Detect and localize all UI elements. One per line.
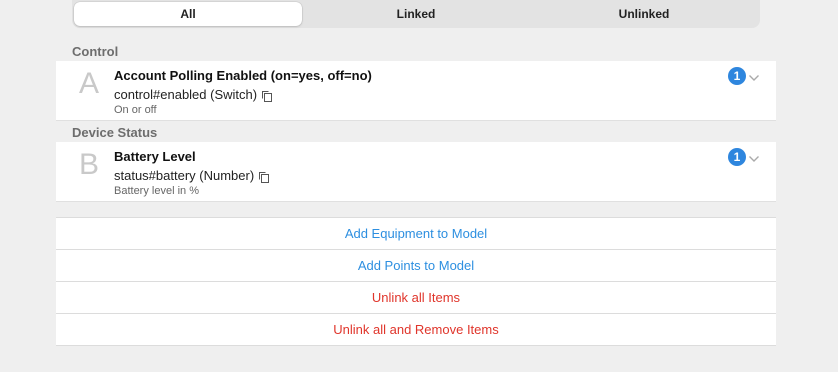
tab-unlinked[interactable]: Unlinked bbox=[530, 2, 758, 26]
link-filter-segmented: All Linked Unlinked bbox=[72, 0, 760, 28]
unlink-remove-button[interactable]: Unlink all and Remove Items bbox=[56, 314, 776, 346]
item-title: Account Polling Enabled (on=yes, off=no) bbox=[114, 68, 372, 83]
link-count-badge: 1 bbox=[728, 148, 746, 166]
item-letter-avatar: A bbox=[78, 67, 99, 100]
add-equipment-button[interactable]: Add Equipment to Model bbox=[56, 218, 776, 250]
tab-linked[interactable]: Linked bbox=[302, 2, 530, 26]
item-channel-uid: status#battery (Number) bbox=[114, 168, 270, 183]
item-description: Battery level in % bbox=[114, 185, 199, 197]
unlink-all-button[interactable]: Unlink all Items bbox=[56, 282, 776, 314]
chevron-down-icon[interactable] bbox=[748, 70, 760, 81]
group-header-control: Control bbox=[56, 40, 776, 61]
group-header-device-status: Device Status bbox=[56, 121, 776, 142]
action-list: Add Equipment to Model Add Points to Mod… bbox=[56, 217, 776, 346]
item-channel-text: control#enabled (Switch) bbox=[114, 87, 258, 102]
page: All Linked Unlinked Control A Account Po… bbox=[0, 0, 838, 372]
channel-item-account-polling[interactable]: A Account Polling Enabled (on=yes, off=n… bbox=[56, 61, 776, 121]
item-title: Battery Level bbox=[114, 149, 196, 164]
copy-icon[interactable] bbox=[261, 90, 273, 102]
tab-all[interactable]: All bbox=[74, 2, 302, 26]
item-channel-text: status#battery (Number) bbox=[114, 168, 255, 183]
link-count-badge: 1 bbox=[728, 67, 746, 85]
item-channel-uid: control#enabled (Switch) bbox=[114, 87, 273, 102]
item-description: On or off bbox=[114, 104, 157, 116]
channel-item-battery-level[interactable]: B Battery Level status#battery (Number) … bbox=[56, 142, 776, 202]
item-letter-avatar: B bbox=[78, 148, 99, 181]
add-points-button[interactable]: Add Points to Model bbox=[56, 250, 776, 282]
channel-list: Control A Account Polling Enabled (on=ye… bbox=[56, 40, 776, 202]
chevron-down-icon[interactable] bbox=[748, 151, 760, 162]
copy-icon[interactable] bbox=[258, 171, 270, 183]
